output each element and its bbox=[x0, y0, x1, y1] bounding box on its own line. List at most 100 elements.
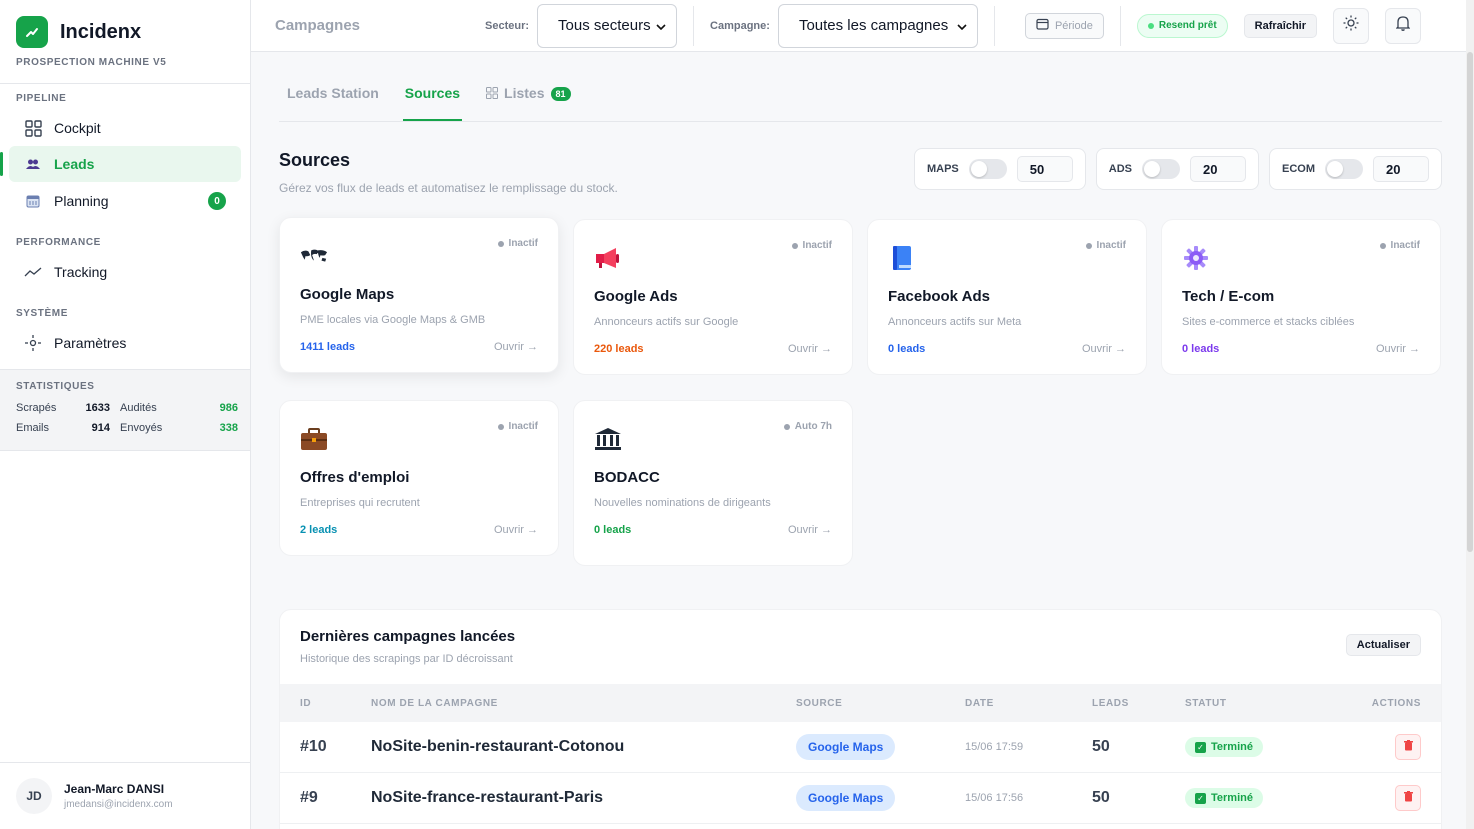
card-description: Annonceurs actifs sur Google bbox=[594, 316, 739, 328]
status-label: Inactif bbox=[1096, 240, 1126, 251]
status-label: Terminé bbox=[1211, 792, 1253, 805]
status-badge: Inactif bbox=[497, 238, 538, 249]
status-badge: Inactif bbox=[1085, 240, 1126, 251]
trash-icon bbox=[1403, 789, 1413, 807]
settings-icon bbox=[24, 334, 42, 352]
sidebar-item-leads[interactable]: Leads bbox=[0, 146, 241, 182]
quota-input-maps[interactable]: 50 bbox=[1016, 156, 1073, 182]
lists-count-badge: 81 bbox=[550, 87, 571, 101]
card-open-link[interactable]: Ouvrir → bbox=[788, 524, 832, 536]
quota-ecom: ECOM 20 bbox=[1269, 148, 1442, 190]
sidebar-item-settings[interactable]: Paramètres bbox=[9, 325, 241, 361]
tab-sources[interactable]: Sources bbox=[402, 85, 463, 121]
source-card-google-maps[interactable]: Inactif Google Maps PME locales via Goog… bbox=[279, 217, 559, 373]
quota-maps: MAPS 50 bbox=[913, 148, 1086, 190]
stat-value-scrapes: 1633 bbox=[85, 402, 110, 414]
sector-select[interactable]: Tous secteurs bbox=[537, 3, 678, 48]
table-row[interactable]: #9 NoSite-france-restaurant-Paris Google… bbox=[280, 773, 1441, 824]
brand-header: Incidenx PROSPECTION MACHINE V5 bbox=[0, 0, 250, 84]
card-open-link[interactable]: Ouvrir → bbox=[1376, 343, 1420, 355]
tab-lists[interactable]: Listes 81 bbox=[484, 85, 572, 121]
source-card-facebook-ads[interactable]: Inactif Facebook Ads Annonceurs actifs s… bbox=[867, 219, 1147, 375]
sidebar-item-planning[interactable]: Planning 0 bbox=[9, 183, 241, 219]
quota-toggle-ecom[interactable] bbox=[1325, 159, 1363, 179]
status-dot-icon bbox=[791, 242, 798, 249]
card-title: Google Maps bbox=[300, 286, 395, 303]
user-profile[interactable]: JD Jean-Marc DANSI jmedansi@incidenx.com bbox=[0, 762, 250, 829]
quota-label: ADS bbox=[1108, 163, 1132, 175]
source-card-tech-ecom[interactable]: Inactif Tech / E-com Sites e-commerce et… bbox=[1161, 219, 1441, 375]
page-title: Campagnes bbox=[275, 17, 361, 34]
sidebar-item-label: Leads bbox=[54, 156, 95, 172]
sidebar-item-tracking[interactable]: Tracking bbox=[9, 254, 241, 290]
sun-icon bbox=[1343, 15, 1359, 36]
world-map-icon bbox=[300, 242, 328, 270]
column-header: DATE bbox=[965, 697, 994, 709]
theme-toggle-button[interactable] bbox=[1333, 7, 1370, 44]
tab-leads-station[interactable]: Leads Station bbox=[285, 85, 381, 121]
period-label: Période bbox=[1054, 19, 1093, 32]
section-title: Sources bbox=[279, 150, 351, 170]
card-open-link[interactable]: Ouvrir → bbox=[494, 524, 538, 536]
period-button[interactable]: Période bbox=[1024, 12, 1104, 39]
quota-input-ads[interactable]: 20 bbox=[1190, 156, 1246, 182]
status-dot-icon bbox=[497, 240, 504, 247]
source-cards: Inactif Google Maps PME locales via Goog… bbox=[279, 217, 1442, 597]
card-title: Tech / E-com bbox=[1182, 288, 1275, 305]
bank-icon bbox=[594, 425, 622, 453]
divider bbox=[993, 5, 995, 46]
stats-title: STATISTIQUES bbox=[16, 381, 95, 392]
quota-ads: ADS 20 bbox=[1095, 148, 1259, 190]
stat-value-audited: 986 bbox=[219, 402, 238, 414]
card-open-link[interactable]: Ouvrir → bbox=[788, 343, 832, 355]
status-dot-icon bbox=[783, 423, 790, 430]
quota-controls: MAPS 50 ADS 20 ECOM 20 bbox=[913, 148, 1442, 195]
nav-section-performance: PERFORMANCE bbox=[16, 237, 101, 248]
cell-id: #9 bbox=[300, 789, 318, 806]
cell-leads: 50 bbox=[1092, 738, 1110, 755]
quota-input-ecom[interactable]: 20 bbox=[1373, 156, 1429, 182]
card-open-link[interactable]: Ouvrir → bbox=[1082, 343, 1126, 355]
status-dot-icon bbox=[1147, 22, 1154, 29]
tab-label: Sources bbox=[404, 85, 461, 101]
scrollbar-thumb[interactable] bbox=[1467, 52, 1473, 552]
sidebar-item-cockpit[interactable]: Cockpit bbox=[9, 110, 241, 146]
page-scrollbar[interactable] bbox=[1466, 0, 1474, 829]
stat-value-sent: 338 bbox=[219, 422, 238, 434]
quota-toggle-maps[interactable] bbox=[968, 159, 1007, 179]
topbar: Campagnes Secteur: Tous secteurs Campagn… bbox=[251, 0, 1474, 52]
source-card-job-offers[interactable]: Inactif Offres d'emploi Entreprises qui … bbox=[279, 400, 559, 556]
user-email: jmedansi@incidenx.com bbox=[64, 799, 173, 810]
users-icon bbox=[24, 155, 42, 173]
notifications-button[interactable] bbox=[1385, 7, 1422, 44]
sector-select-value: Tous secteurs bbox=[558, 17, 651, 34]
source-pill: Google Maps bbox=[796, 785, 896, 811]
stat-label-sent: Envoyés bbox=[120, 422, 163, 434]
quota-toggle-ads[interactable] bbox=[1142, 159, 1180, 179]
calendar-icon bbox=[24, 192, 42, 210]
status-label: Inactif bbox=[508, 421, 538, 432]
update-button[interactable]: Actualiser bbox=[1345, 634, 1421, 656]
source-card-bodacc[interactable]: Auto 7h BODACC Nouvelles nominations de … bbox=[573, 400, 853, 566]
sidebar-item-label: Cockpit bbox=[54, 120, 101, 136]
campaign-label: Campagne: bbox=[710, 19, 770, 32]
table-row[interactable]: #10 NoSite-benin-restaurant-Cotonou Goog… bbox=[280, 722, 1441, 773]
campaign-select[interactable]: Toutes les campagnes bbox=[777, 3, 978, 48]
status-dot-icon bbox=[497, 423, 504, 430]
card-description: Annonceurs actifs sur Meta bbox=[888, 316, 1022, 328]
status-badge: Inactif bbox=[497, 421, 538, 432]
sidebar: Incidenx PROSPECTION MACHINE V5 PIPELINE… bbox=[0, 0, 251, 829]
divider bbox=[1119, 5, 1121, 46]
stat-label-audited: Audités bbox=[120, 402, 157, 414]
refresh-button[interactable]: Rafraîchir bbox=[1243, 13, 1318, 38]
status-badge: Inactif bbox=[791, 240, 832, 251]
delete-button[interactable] bbox=[1395, 785, 1421, 811]
card-leads-count: 1411 leads bbox=[300, 341, 356, 353]
card-open-link[interactable]: Ouvrir → bbox=[494, 341, 538, 353]
history-title: Dernières campagnes lancées bbox=[300, 628, 516, 645]
briefcase-icon bbox=[300, 425, 328, 453]
cell-name: NoSite-france-restaurant-Paris bbox=[371, 789, 604, 806]
delete-button[interactable] bbox=[1395, 734, 1421, 760]
brand-subtitle: PROSPECTION MACHINE V5 bbox=[16, 57, 167, 68]
source-card-google-ads[interactable]: Inactif Google Ads Annonceurs actifs sur… bbox=[573, 219, 853, 375]
